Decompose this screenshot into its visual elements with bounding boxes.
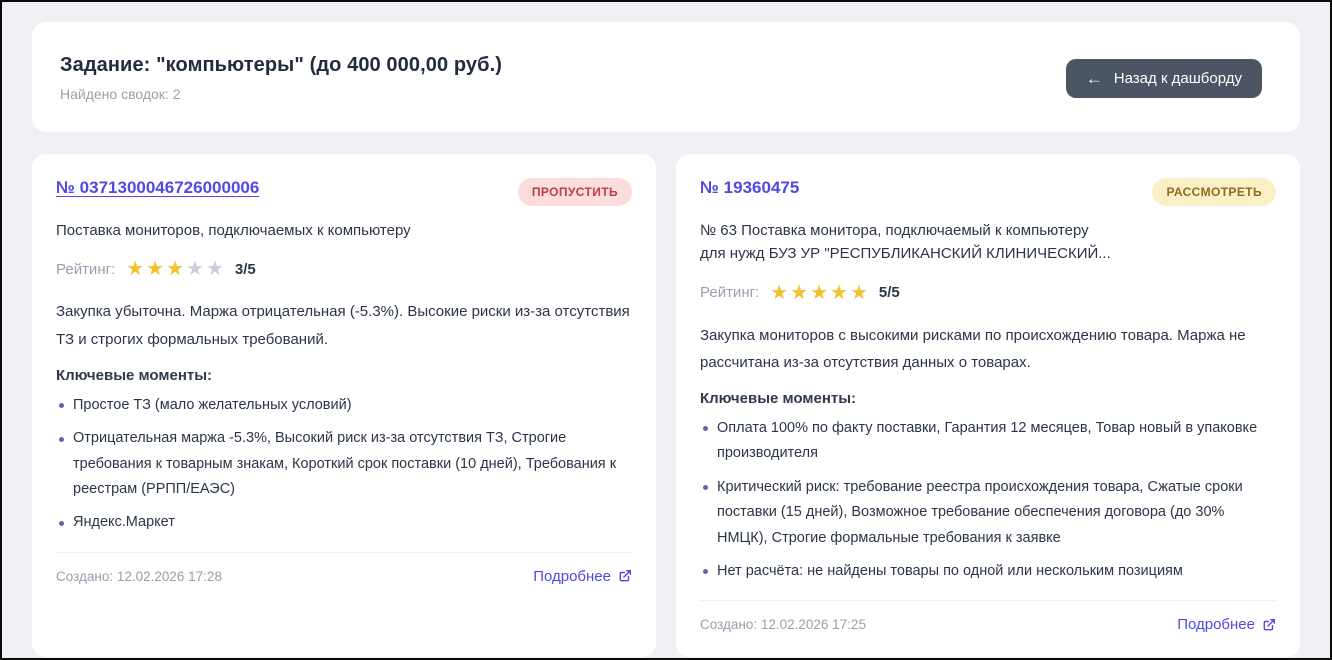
card-footer: Создано: 12.02.2026 17:28 Подробнее: [56, 552, 632, 585]
found-count: Найдено сводок: 2: [60, 86, 502, 102]
external-link-icon: [1262, 618, 1276, 632]
created-timestamp: Создано: 12.02.2026 17:28: [56, 569, 222, 584]
key-moments-title: Ключевые моменты:: [56, 367, 632, 384]
rating-value: 3/5: [235, 261, 256, 278]
star-empty-icons: ★★: [186, 258, 226, 280]
page: Задание: "компьютеры" (до 400 000,00 руб…: [0, 0, 1332, 660]
list-item: Яндекс.Маркет: [56, 510, 632, 535]
status-badge: ПРОПУСТИТЬ: [518, 178, 632, 206]
rating-row: Рейтинг: ★★★★★ 3/5: [56, 259, 632, 279]
details-link[interactable]: Подробнее: [533, 568, 632, 585]
details-link-label: Подробнее: [533, 568, 611, 585]
created-timestamp: Создано: 12.02.2026 17:25: [700, 617, 866, 632]
status-badge: РАССМОТРЕТЬ: [1152, 178, 1276, 206]
star-filled-icons: ★★★★★: [770, 282, 870, 304]
procurement-number-link[interactable]: № 19360475: [700, 178, 799, 198]
key-moments-list: Простое ТЗ (мало желательных условий) От…: [56, 393, 632, 536]
summary-card-skip: № 0371300046726000006 ПРОПУСТИТЬ Поставк…: [32, 154, 656, 657]
key-moments-list: Оплата 100% по факту поставки, Гарантия …: [700, 416, 1276, 584]
list-item: Простое ТЗ (мало желательных условий): [56, 393, 632, 418]
procurement-description: № 63 Поставка монитора, подключаемый к к…: [700, 219, 1276, 266]
star-rating-icons: ★★★★★: [126, 259, 226, 279]
rating-row: Рейтинг: ★★★★★ 5/5: [700, 283, 1276, 303]
list-item: Нет расчёта: не найдены товары по одной …: [700, 559, 1276, 584]
rating-label: Рейтинг:: [700, 284, 759, 301]
card-footer: Создано: 12.02.2026 17:25 Подробнее: [700, 600, 1276, 633]
card-head: № 0371300046726000006 ПРОПУСТИТЬ: [56, 178, 632, 206]
back-to-dashboard-button[interactable]: ← Назад к дашборду: [1066, 59, 1262, 98]
summary-cards-row: № 0371300046726000006 ПРОПУСТИТЬ Поставк…: [32, 154, 1300, 657]
list-item: Оплата 100% по факту поставки, Гарантия …: [700, 416, 1276, 467]
star-rating-icons: ★★★★★: [770, 283, 870, 303]
procurement-number-link[interactable]: № 0371300046726000006: [56, 178, 259, 198]
external-link-icon: [618, 569, 632, 583]
summary-card-review: № 19360475 РАССМОТРЕТЬ № 63 Поставка мон…: [676, 154, 1300, 657]
card-head: № 19360475 РАССМОТРЕТЬ: [700, 178, 1276, 206]
back-button-label: Назад к дашборду: [1114, 70, 1242, 87]
details-link-label: Подробнее: [1177, 616, 1255, 633]
task-header-text: Задание: "компьютеры" (до 400 000,00 руб…: [60, 54, 502, 102]
star-filled-icons: ★★★: [126, 258, 186, 280]
analysis-summary: Закупка убыточна. Маржа отрицательная (-…: [56, 298, 632, 354]
key-moments-title: Ключевые моменты:: [700, 390, 1276, 407]
procurement-description: Поставка мониторов, подключаемых к компь…: [56, 219, 632, 242]
page-title: Задание: "компьютеры" (до 400 000,00 руб…: [60, 54, 502, 77]
rating-value: 5/5: [879, 284, 900, 301]
arrow-left-icon: ←: [1086, 70, 1103, 87]
list-item: Критический риск: требование реестра про…: [700, 475, 1276, 551]
list-item: Отрицательная маржа -5.3%, Высокий риск …: [56, 426, 632, 502]
rating-label: Рейтинг:: [56, 261, 115, 278]
analysis-summary: Закупка мониторов с высокими рисками по …: [700, 322, 1276, 378]
task-header-card: Задание: "компьютеры" (до 400 000,00 руб…: [32, 22, 1300, 132]
details-link[interactable]: Подробнее: [1177, 616, 1276, 633]
